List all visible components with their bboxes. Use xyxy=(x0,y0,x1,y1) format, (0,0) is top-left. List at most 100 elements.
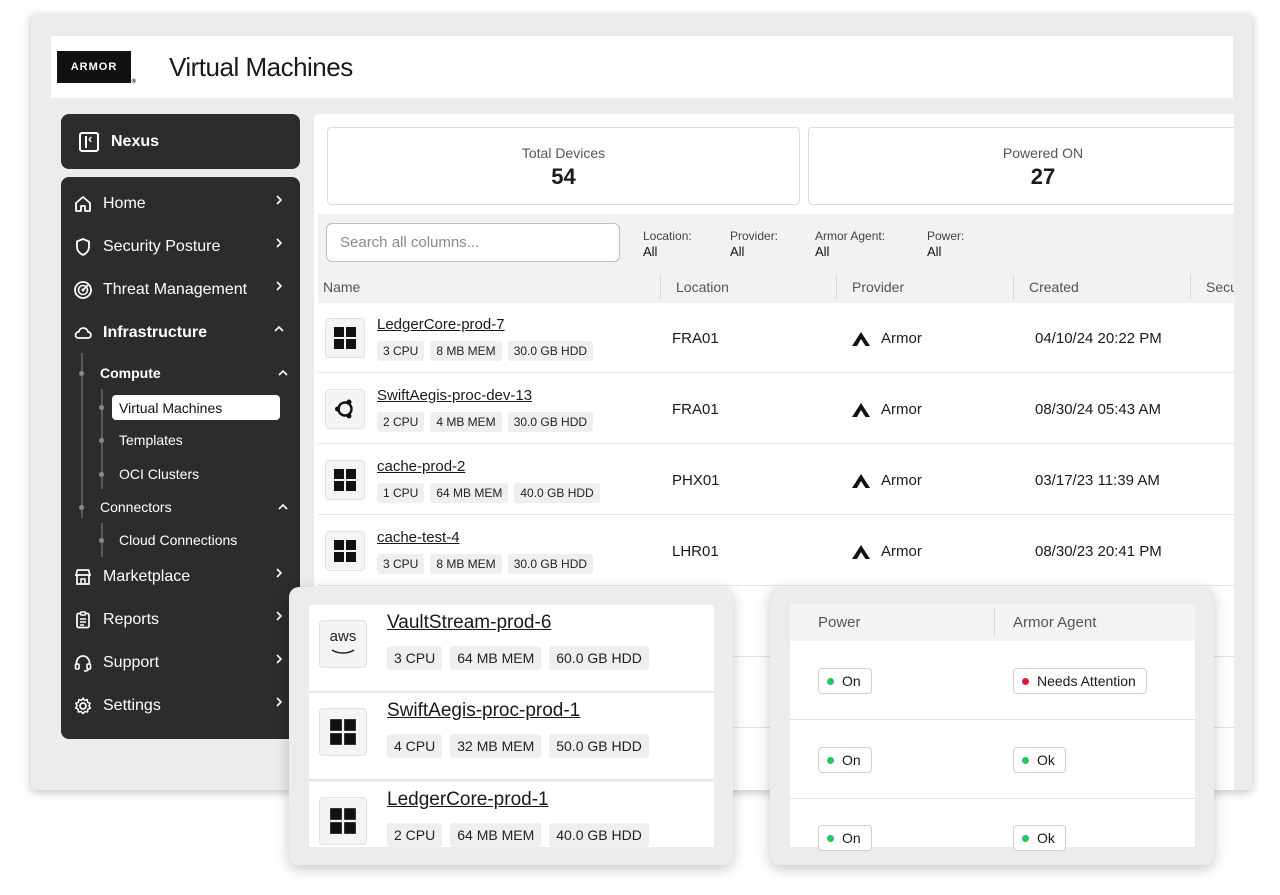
armor-logo[interactable]: ARMOR ® xyxy=(57,51,136,85)
chevron-right-icon xyxy=(276,281,283,291)
sidebar-item-settings[interactable]: Settings xyxy=(61,688,300,724)
vm-specs: 3 CPU 8 MB MEM 30.0 GB HDD xyxy=(377,554,594,574)
vm-name-link[interactable]: VaultStream-prod-6 xyxy=(387,612,551,634)
column-divider xyxy=(660,275,661,299)
vm-name-link[interactable]: cache-prod-2 xyxy=(377,458,465,475)
ubuntu-icon xyxy=(325,389,365,429)
sidebar-item-label: Reports xyxy=(103,611,160,628)
gear-icon xyxy=(73,696,93,716)
column-header-location[interactable]: Location xyxy=(676,279,729,295)
armor-provider-icon xyxy=(852,544,870,559)
power-status-badge: On xyxy=(818,668,872,694)
column-divider xyxy=(1013,275,1014,299)
column-divider xyxy=(1190,275,1191,299)
column-divider xyxy=(994,608,995,636)
chevron-right-icon xyxy=(276,238,283,248)
store-icon xyxy=(73,567,93,587)
list-item[interactable]: LedgerCore-prod-1 2 CPU 64 MB MEM 40.0 G… xyxy=(309,782,714,847)
provider-cell: Armor xyxy=(851,330,922,347)
sidebar-item-oci-clusters[interactable]: OCI Clusters xyxy=(119,466,199,482)
column-header-armor-agent[interactable]: Armor Agent xyxy=(1013,614,1096,631)
sidebar-item-support[interactable]: Support xyxy=(61,645,300,681)
sidebar-item-label: Threat Management xyxy=(103,281,248,298)
sidebar-item-templates[interactable]: Templates xyxy=(119,432,183,448)
column-header-name[interactable]: Name xyxy=(323,279,360,295)
column-header-provider[interactable]: Provider xyxy=(852,279,904,295)
sidebar-item-reports[interactable]: Reports xyxy=(61,602,300,638)
search-input[interactable] xyxy=(327,224,619,261)
stat-value: 27 xyxy=(1030,164,1056,189)
stat-powered-on: Powered ON 27 xyxy=(808,127,1234,205)
mem-tag: 64 MB MEM xyxy=(430,483,509,503)
table-row[interactable]: On Needs Attention xyxy=(790,641,1195,720)
cpu-tag: 3 CPU xyxy=(377,341,425,361)
nexus-toggle[interactable]: Nexus xyxy=(61,114,300,169)
chevron-right-icon xyxy=(276,611,283,621)
chevron-right-icon xyxy=(276,654,283,664)
location-cell: FRA01 xyxy=(672,401,719,418)
filter-location[interactable]: Location: All xyxy=(643,229,692,259)
windows-icon xyxy=(325,318,365,358)
stat-label: Powered ON xyxy=(1002,145,1084,161)
column-header-power[interactable]: Power xyxy=(818,614,861,631)
aws-icon: aws xyxy=(319,620,367,668)
tree-dot xyxy=(99,405,104,410)
cpu-tag: 3 CPU xyxy=(387,646,443,670)
hdd-tag: 40.0 GB HDD xyxy=(514,483,600,503)
location-cell: LHR01 xyxy=(672,543,719,560)
power-status-badge: On xyxy=(818,747,872,773)
sidebar-item-connectors[interactable]: Connectors xyxy=(100,499,290,515)
sidebar: Home Security Posture Threat Management … xyxy=(61,177,300,739)
stat-label: Total Devices xyxy=(521,145,606,161)
column-header-security[interactable]: Secu xyxy=(1206,279,1234,295)
table-row[interactable]: LedgerCore-prod-7 3 CPU 8 MB MEM 30.0 GB… xyxy=(318,303,1234,373)
agent-status-badge: Needs Attention xyxy=(1013,668,1147,694)
vm-name-link[interactable]: SwiftAegis-proc-dev-13 xyxy=(377,387,532,404)
table-row[interactable]: cache-prod-2 1 CPU 64 MB MEM 40.0 GB HDD… xyxy=(318,445,1234,515)
sidebar-item-label: Home xyxy=(103,195,146,212)
sidebar-item-security-posture[interactable]: Security Posture xyxy=(61,229,300,265)
vm-name-link[interactable]: cache-test-4 xyxy=(377,529,460,546)
vm-name-link[interactable]: SwiftAegis-proc-prod-1 xyxy=(387,700,580,722)
sidebar-item-cloud-connections[interactable]: Cloud Connections xyxy=(119,532,237,548)
cpu-tag: 2 CPU xyxy=(387,823,443,847)
sidebar-item-home[interactable]: Home xyxy=(61,186,300,222)
status-dot xyxy=(1022,834,1029,842)
power-status-badge: On xyxy=(818,825,872,851)
windows-icon xyxy=(319,708,367,756)
vm-name-link[interactable]: LedgerCore-prod-1 xyxy=(387,789,549,811)
vm-name-link[interactable]: LedgerCore-prod-7 xyxy=(377,316,505,333)
mem-tag: 4 MB MEM xyxy=(430,412,502,432)
list-item[interactable]: SwiftAegis-proc-prod-1 4 CPU 32 MB MEM 5… xyxy=(309,693,714,780)
hdd-tag: 60.0 GB HDD xyxy=(549,646,649,670)
sidebar-item-infrastructure[interactable]: Infrastructure xyxy=(61,315,300,351)
sidebar-item-marketplace[interactable]: Marketplace xyxy=(61,559,300,595)
cpu-tag: 1 CPU xyxy=(377,483,425,503)
filter-power[interactable]: Power: All xyxy=(927,229,964,259)
sidebar-collapse-icon xyxy=(79,131,99,152)
sidebar-item-label: Settings xyxy=(103,697,161,714)
sidebar-item-label: Infrastructure xyxy=(103,324,208,341)
provider-cell: Armor xyxy=(851,401,922,418)
table-row[interactable]: cache-test-4 3 CPU 8 MB MEM 30.0 GB HDD … xyxy=(318,516,1234,586)
vm-specs: 4 CPU 32 MB MEM 50.0 GB HDD xyxy=(387,734,649,758)
vm-specs: 3 CPU 64 MB MEM 60.0 GB HDD xyxy=(387,646,649,670)
mem-tag: 32 MB MEM xyxy=(450,734,542,758)
filter-armor-agent[interactable]: Armor Agent: All xyxy=(815,229,885,259)
chevron-right-icon xyxy=(276,195,283,205)
list-item[interactable]: aws VaultStream-prod-6 3 CPU 64 MB MEM 6… xyxy=(309,605,714,692)
sidebar-item-threat-management[interactable]: Threat Management xyxy=(61,272,300,308)
table-row[interactable]: SwiftAegis-proc-dev-13 2 CPU 4 MB MEM 30… xyxy=(318,374,1234,444)
tree-dot xyxy=(99,538,104,543)
filter-bar: Location: All Provider: All Armor Agent:… xyxy=(318,214,1234,271)
mem-tag: 8 MB MEM xyxy=(430,554,502,574)
hdd-tag: 50.0 GB HDD xyxy=(549,734,649,758)
table-row[interactable]: On Ok xyxy=(790,799,1195,851)
filter-provider[interactable]: Provider: All xyxy=(730,229,778,259)
location-cell: PHX01 xyxy=(672,472,720,489)
sidebar-item-virtual-machines[interactable]: Virtual Machines xyxy=(112,395,280,420)
table-row[interactable]: On Ok xyxy=(790,720,1195,799)
column-header-created[interactable]: Created xyxy=(1029,279,1079,295)
created-cell: 03/17/23 11:39 AM xyxy=(1035,472,1160,489)
sidebar-item-compute[interactable]: Compute xyxy=(100,365,290,381)
